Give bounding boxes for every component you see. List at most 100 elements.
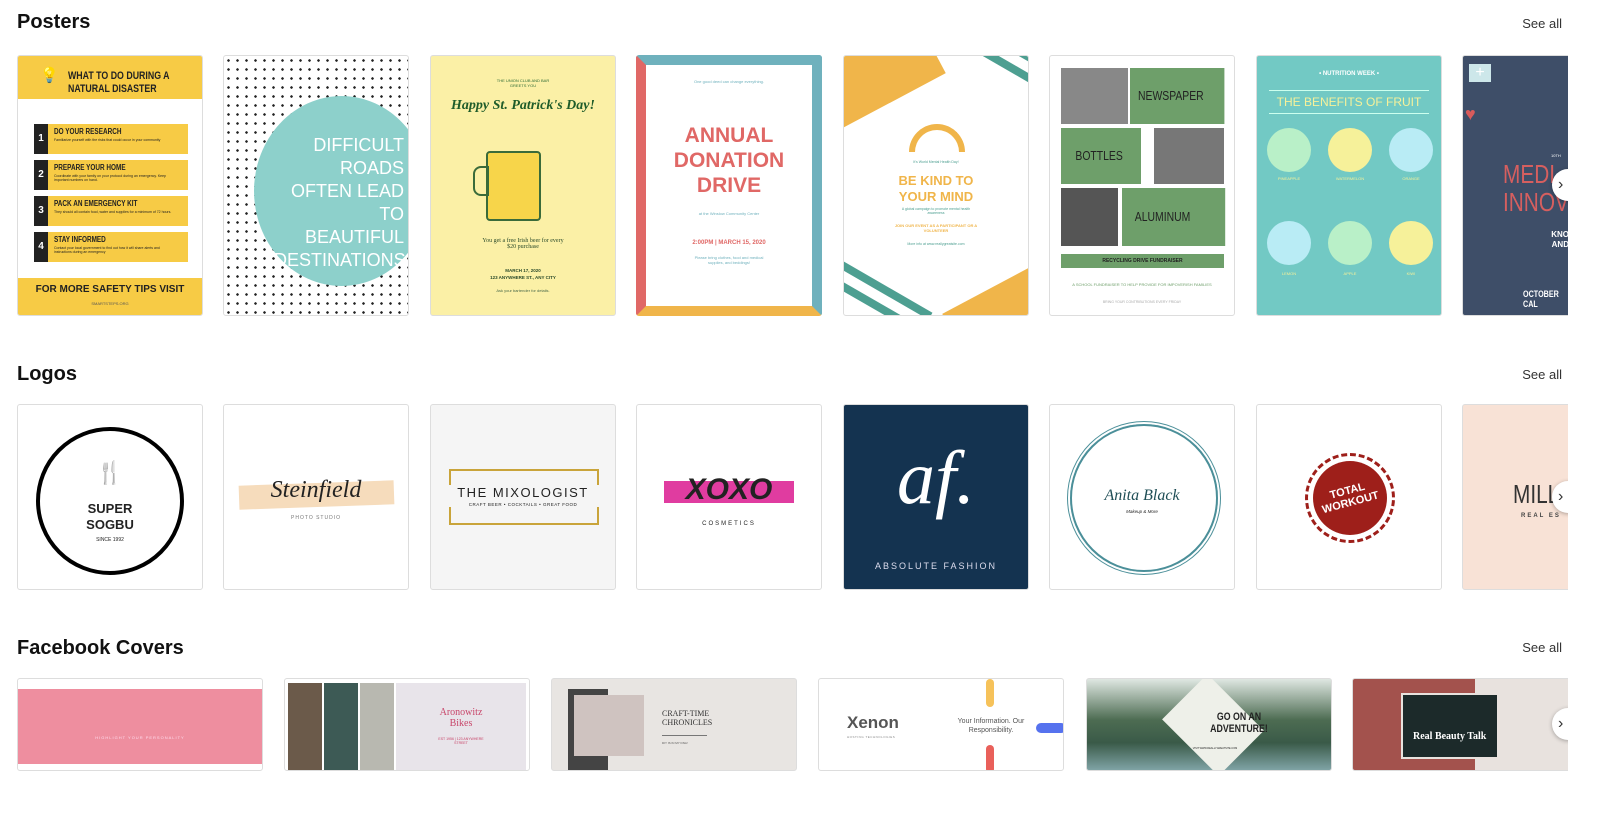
- lightbulb-icon: 💡: [40, 67, 59, 84]
- logo-card-anita-black[interactable]: Anita Black Makeup & More: [1049, 404, 1235, 590]
- logo-card-mixologist[interactable]: THE MIXOLOGIST CRAFT BEER • COCKTAILS • …: [430, 404, 616, 590]
- decoration: [1389, 221, 1433, 265]
- decoration: [1061, 188, 1118, 246]
- text-label: BE KIND TO YOUR MIND: [898, 173, 974, 204]
- see-all-facebook-covers[interactable]: See all: [1522, 640, 1562, 655]
- poster-card-difficult-roads[interactable]: DIFFICULT ROADS OFTEN LEAD TO BEAUTIFUL DES…: [223, 55, 409, 316]
- text-label: It's World Mental Health Day!: [913, 160, 959, 164]
- text-label: DESTINATIONS: [274, 250, 406, 270]
- logos-row: 🍴 SUPER SOGBU SINCE 1992 Steinfield PHOT…: [0, 404, 1568, 591]
- decoration: [1036, 723, 1063, 733]
- text-label: PREPARE YOUR HOME: [54, 163, 126, 172]
- text-label: They should all contain food, water and …: [54, 210, 172, 214]
- decoration: [324, 683, 358, 770]
- text-label: Xenon: [847, 713, 899, 732]
- text-label: 4: [34, 232, 48, 262]
- text-label: FOR MORE SAFETY TIPS VISIT: [35, 284, 185, 295]
- cover-card-real-beauty[interactable]: Real Beauty Talk: [1352, 678, 1568, 771]
- text-label: PACK AN EMERGENCY KIT: [54, 199, 138, 208]
- decoration: [18, 689, 262, 764]
- fork-spoon-icon: 🍴: [96, 460, 124, 485]
- facebook-covers-row: HIGHLIGHT YOUR PERSONALITY Aronowitz Bik…: [0, 678, 1568, 772]
- decoration: [597, 507, 599, 525]
- text-label: You get a free Irish beer for every $20 …: [482, 238, 564, 250]
- beer-mug-icon: [486, 151, 541, 221]
- text-label: SINCE 1992: [96, 537, 124, 543]
- text-label: Makeup & More: [1126, 509, 1158, 514]
- text-label: af.: [896, 436, 976, 520]
- poster-card-disaster[interactable]: 💡 WHAT TO DO DURING A NATURAL DISASTER 1…: [17, 55, 203, 316]
- decoration: [1061, 68, 1128, 124]
- text-label: REAL ES: [1521, 513, 1561, 519]
- logo-card-steinfield[interactable]: Steinfield PHOTO STUDIO: [223, 404, 409, 590]
- text-label: DIFFICULT ROADS: [313, 135, 404, 178]
- text-label: XOXO: [685, 473, 773, 506]
- poster-card-recycling[interactable]: NEWSPAPER BOTTLES ALUMINUM RECYCLING DRI…: [1049, 55, 1235, 316]
- text-label: THE BENEFITS OF FRUIT: [1269, 90, 1429, 114]
- text-label: Anita Black: [1104, 487, 1180, 504]
- text-label: SUPER SOGBU: [86, 501, 134, 532]
- logo-card-total-workout[interactable]: TOTAL WORKOUT: [1256, 404, 1442, 590]
- cover-card-personality[interactable]: HIGHLIGHT YOUR PERSONALITY: [17, 678, 263, 771]
- see-all-logos[interactable]: See all: [1522, 367, 1562, 382]
- text-label: NEWSPAPER: [1130, 68, 1225, 124]
- decoration: [986, 679, 994, 707]
- decoration: [986, 745, 994, 770]
- chevron-right-icon: ›: [1558, 715, 1564, 732]
- text-label: VISIT WWW.REALLYGREATSITE.COM: [1192, 747, 1238, 750]
- text-label: Your Information. Our Responsibility.: [957, 718, 1025, 734]
- text-label: Familiarize yourself with the risks that…: [54, 138, 161, 142]
- text-label: GO ON AN ADVENTURE!: [1210, 711, 1268, 735]
- text-label: 10TH: [1551, 153, 1561, 158]
- text-label: CRAFT BEER • COCKTAILS • GREAT FOOD: [441, 502, 605, 507]
- text-label: ANNUAL DONATION DRIVE: [673, 124, 785, 197]
- cover-card-xenon[interactable]: Xenon HOSTING TECHNOLOGIES Your Informat…: [818, 678, 1064, 771]
- see-all-posters[interactable]: See all: [1522, 16, 1562, 31]
- decoration: [662, 735, 707, 736]
- decoration: 4 STAY INFORMED Contact your local governm…: [34, 232, 188, 262]
- text-label: PHOTO STUDIO: [291, 515, 341, 521]
- poster-card-mental-health[interactable]: It's World Mental Health Day! BE KIND TO…: [843, 55, 1029, 316]
- text-label: Aronowitz Bikes: [439, 707, 483, 729]
- text-label: A SCHOOL FUNDRAISER TO HELP PROVIDE FOR …: [1072, 282, 1212, 287]
- text-label: 3: [34, 196, 48, 226]
- logo-card-xoxo[interactable]: XOXO COSMETICS: [636, 404, 822, 590]
- text-label: PINEAPPLE: [1277, 176, 1301, 181]
- logo-card-absolute-fashion[interactable]: af. ABSOLUTE FASHION: [843, 404, 1029, 590]
- poster-subtitle: KNO AND: [1551, 230, 1568, 249]
- decoration: [1401, 693, 1499, 759]
- decoration: [1154, 128, 1224, 184]
- text-label: at the Winslow Community Center: [698, 211, 760, 216]
- decoration: [288, 683, 322, 770]
- poster-card-st-patricks[interactable]: THE UNION CLUB AND BAR GREETS YOU Happy …: [430, 55, 616, 316]
- text-label: LEMON: [1281, 271, 1297, 276]
- text-label: BRING YOUR CONTRIBUTIONS EVERY FRIDAY: [1102, 300, 1182, 304]
- rainbow-icon: [909, 124, 965, 152]
- cover-card-craft-time[interactable]: CRAFT-TIME CHRONICLES DIY IS IN MY DNA!: [551, 678, 797, 771]
- posters-row: 💡 WHAT TO DO DURING A NATURAL DISASTER 1…: [0, 55, 1568, 317]
- cover-card-adventure[interactable]: GO ON AN ADVENTURE! VISIT WWW.REALLYGREA…: [1086, 678, 1332, 771]
- first-aid-icon: +: [1469, 64, 1491, 82]
- poster-card-fruit[interactable]: • NUTRITION WEEK • THE BENEFITS OF FRUIT…: [1256, 55, 1442, 316]
- text-label: 1: [34, 124, 48, 154]
- text-label: ORANGE: [1402, 176, 1420, 181]
- decoration: [1389, 128, 1433, 172]
- text-label: COSMETICS: [702, 521, 756, 527]
- text-label: One good deed can change everything.: [693, 79, 765, 84]
- decoration: [473, 166, 489, 196]
- text-label: BOTTLES: [1061, 128, 1141, 184]
- text-label: 123 ANYWHERE ST., ANY CITY: [490, 275, 556, 280]
- decoration: [1267, 221, 1311, 265]
- text-label: ALUMINUM: [1122, 188, 1226, 246]
- text-label: Steinfield: [270, 477, 362, 503]
- text-label: BEAUTIFUL: [304, 227, 404, 247]
- text-label: THE MIXOLOGIST: [441, 485, 605, 500]
- decoration: 3 PACK AN EMERGENCY KIT They should all co…: [34, 196, 188, 226]
- poster-card-donation[interactable]: One good deed can change everything. ANN…: [636, 55, 822, 316]
- text-label: JOIN OUR EVENT AS A PARTICIPANT OR A VOL…: [894, 223, 978, 233]
- cover-card-aronowitz-bikes[interactable]: Aronowitz Bikes EST 1956 | 123 ANYWHERE …: [284, 678, 530, 771]
- logo-card-super-sogbu[interactable]: 🍴 SUPER SOGBU SINCE 1992: [17, 404, 203, 590]
- decoration: [574, 695, 644, 756]
- decoration: [955, 56, 1028, 101]
- decoration: 1 DO YOUR RESEARCH Familiarize yourself wi…: [34, 124, 188, 154]
